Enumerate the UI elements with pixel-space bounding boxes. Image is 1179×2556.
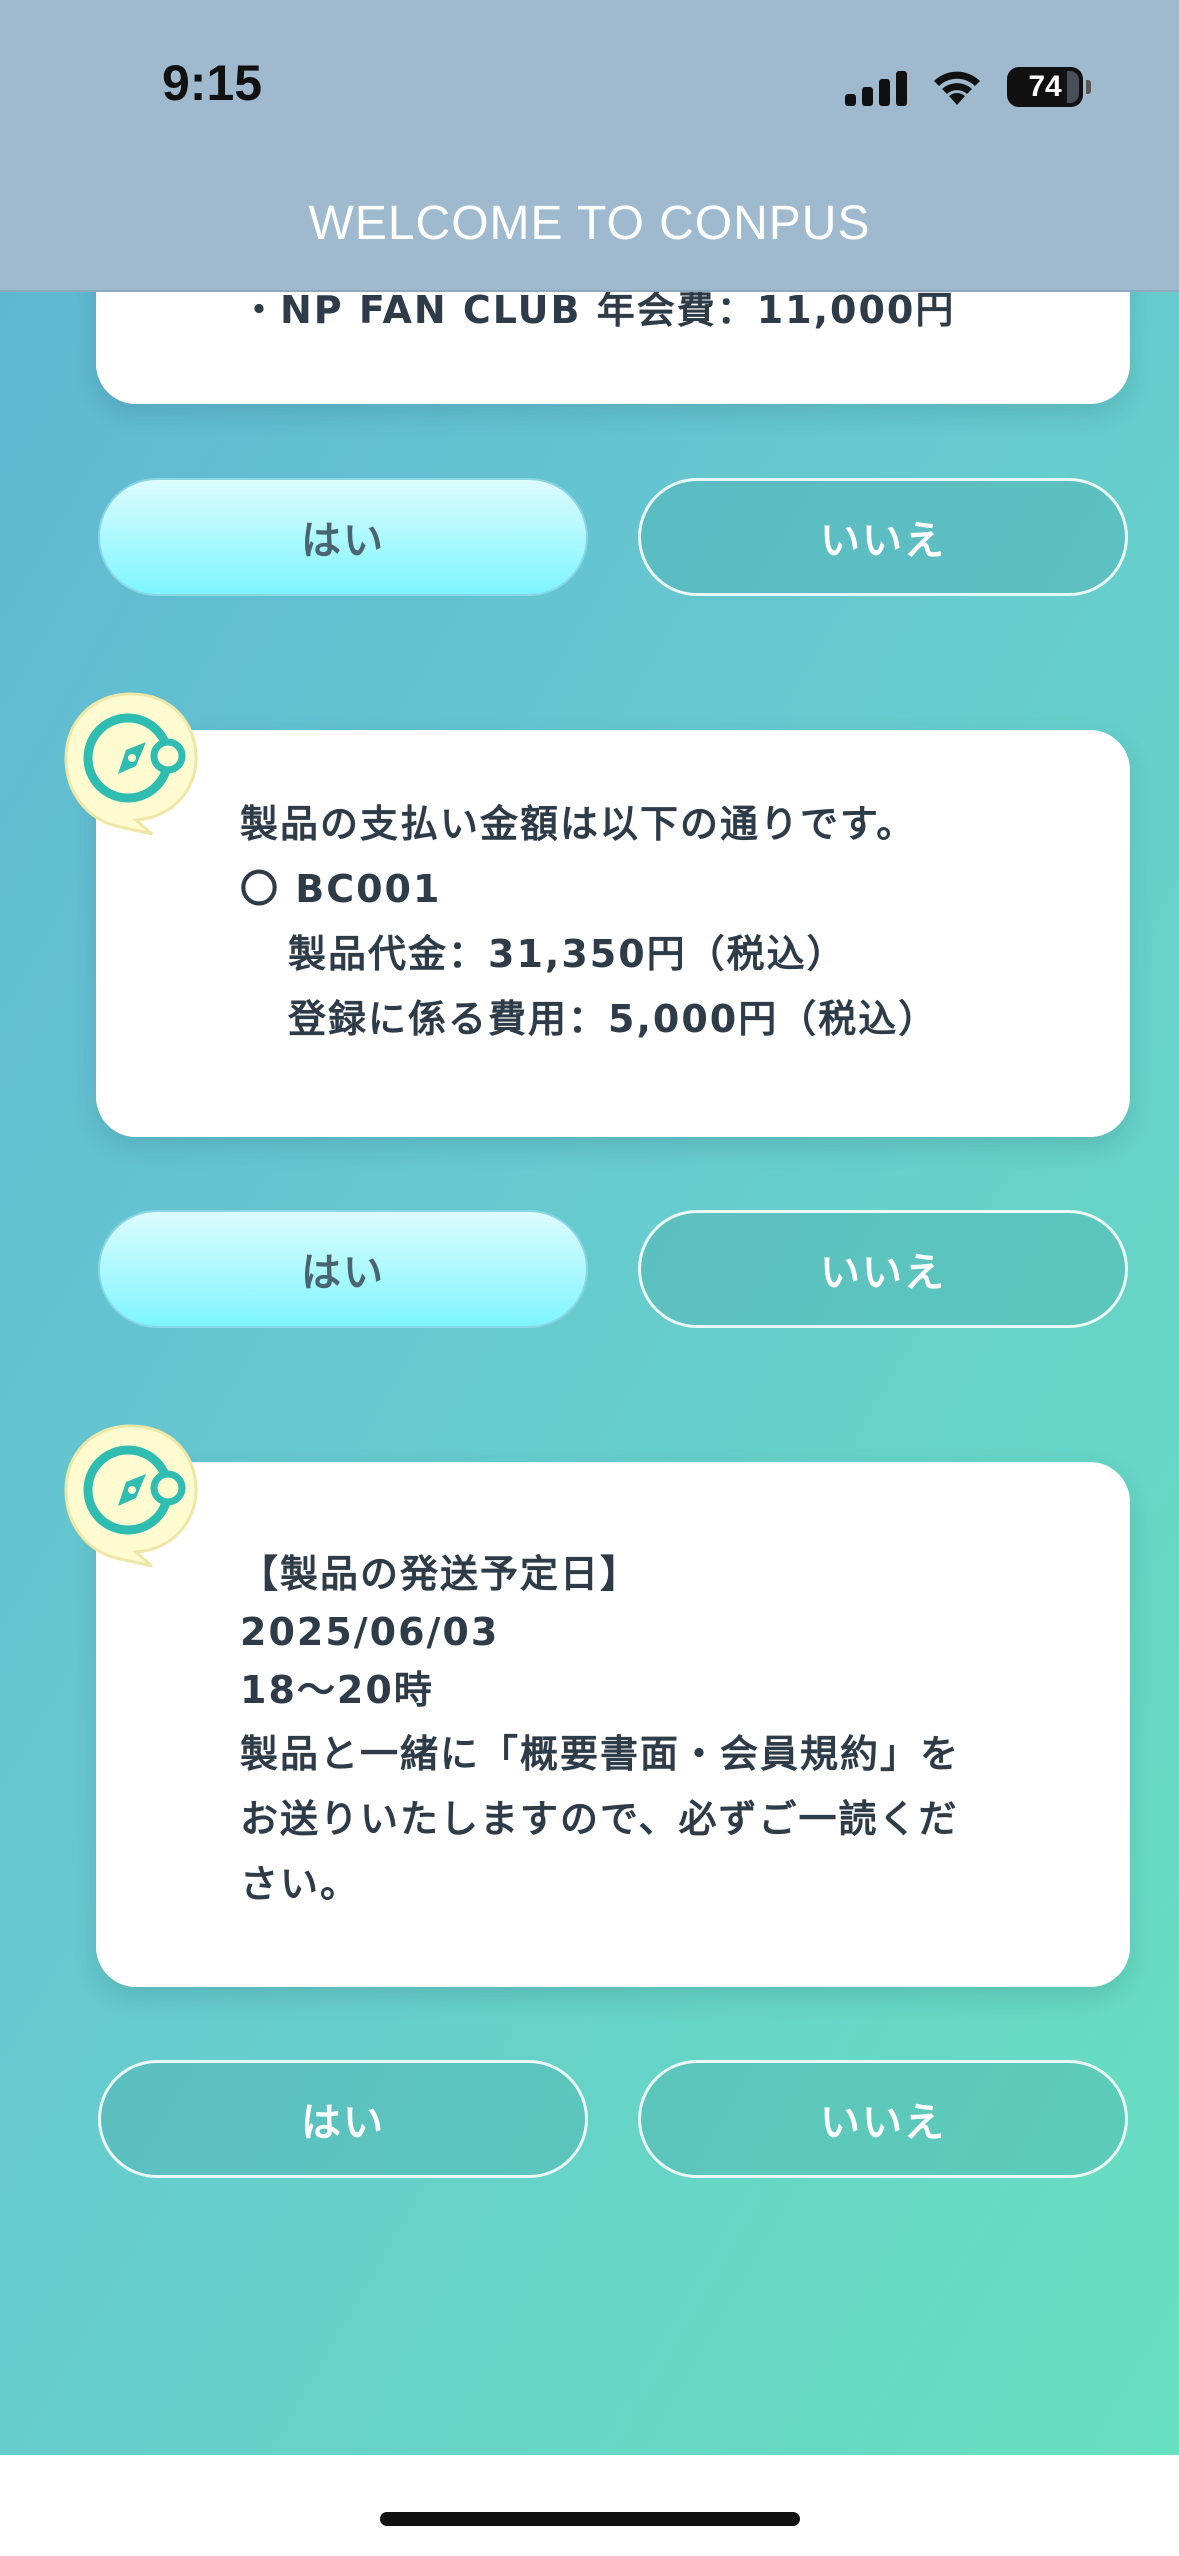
message-card: 【製品の発送予定日】 2025/06/03 18〜20時 製品と一緒に「概要書面… (96, 1462, 1130, 1987)
wifi-icon (934, 71, 980, 105)
page-title: WELCOME TO CONPUS (308, 197, 871, 250)
no-button[interactable]: いいえ (638, 2060, 1128, 2178)
shipping-time: 18〜20時 (240, 1668, 434, 1712)
product-price: 製品代金：31,350円（税込） (288, 932, 847, 976)
yes-button[interactable]: はい (98, 1210, 588, 1328)
compass-chat-icon (64, 692, 198, 836)
battery-icon: 74 (1007, 67, 1091, 107)
shipping-note-line2: お送りいたしますので、必ずご一読くだ (240, 1797, 959, 1841)
shipping-date: 2025/06/03 (240, 1610, 500, 1654)
yes-button[interactable]: はい (98, 2060, 588, 2178)
home-indicator[interactable] (380, 2512, 800, 2526)
header-bar: 9:15 74 WELCOME TO CONPUS (0, 0, 1179, 292)
status-icons: 74 (845, 62, 1091, 112)
shipping-note-line3: さい。 (240, 1862, 361, 1906)
message-card: 製品の支払い金額は以下の通りです。 〇 BC001 製品代金：31,350円（税… (96, 730, 1130, 1137)
cellular-signal-icon (845, 68, 907, 106)
app-screen: ・NP FAN CLUB 年会費：11,000円 はい いいえ 製品の支払い金額… (0, 0, 1179, 2455)
shipping-note-line1: 製品と一緒に「概要書面・会員規約」を (240, 1732, 961, 1776)
status-time: 9:15 (162, 55, 263, 111)
product-code: 〇 BC001 (240, 867, 442, 911)
yes-button[interactable]: はい (98, 478, 588, 596)
shipping-heading: 【製品の発送予定日】 (240, 1552, 641, 1596)
no-button[interactable]: いいえ (638, 478, 1128, 596)
compass-chat-icon (64, 1424, 198, 1568)
battery-level: 74 (1028, 70, 1062, 103)
no-button[interactable]: いいえ (638, 1210, 1128, 1328)
registration-fee: 登録に係る費用：5,000円（税込） (288, 997, 939, 1041)
payment-intro: 製品の支払い金額は以下の通りです。 (240, 802, 917, 846)
